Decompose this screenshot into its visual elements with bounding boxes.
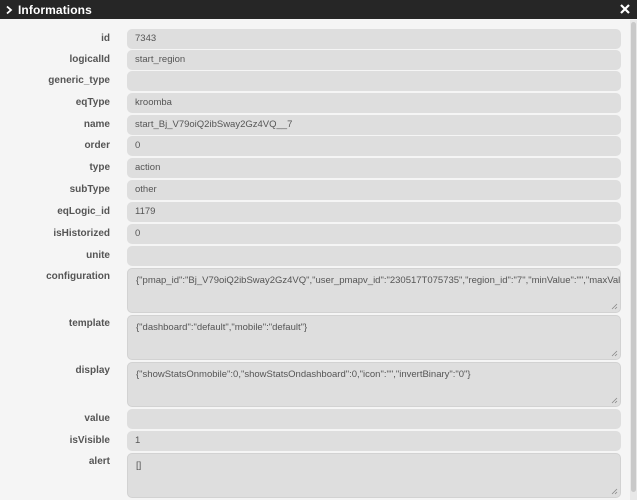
display-text: {"showStatsOnmobile":0,"showStatsOndashb… xyxy=(136,369,471,380)
name-field[interactable]: start_Bj_V79oiQ2ibSway2Gz4VQ__7 xyxy=(127,115,621,135)
label-generic-type: generic_type xyxy=(48,75,110,86)
chevron-right-icon[interactable] xyxy=(4,5,14,15)
label-eqtype: eqType xyxy=(75,97,110,108)
label-eqlogic-id: eqLogic_id xyxy=(57,206,110,217)
eqlogic-id-field[interactable]: 1179 xyxy=(127,202,621,222)
template-text: {"dashboard":"default","mobile":"default… xyxy=(136,322,308,333)
label-name: name xyxy=(83,119,110,130)
value-field[interactable] xyxy=(127,409,621,429)
info-form: id 7343 logicalId start_region generic_t… xyxy=(0,19,637,500)
unite-field[interactable] xyxy=(127,246,621,266)
label-template: template xyxy=(68,318,110,329)
close-icon[interactable] xyxy=(619,2,631,16)
alert-textarea[interactable]: [] xyxy=(127,453,621,498)
configuration-textarea[interactable]: {"pmap_id":"Bj_V79oiQ2ibSway2Gz4VQ","use… xyxy=(127,268,621,313)
logicalid-field[interactable]: start_region xyxy=(127,50,621,70)
label-configuration: configuration xyxy=(46,271,110,282)
vertical-scrollbar[interactable] xyxy=(630,20,637,500)
label-type: type xyxy=(89,162,110,173)
eqtype-field[interactable]: kroomba xyxy=(127,93,621,113)
template-textarea[interactable]: {"dashboard":"default","mobile":"default… xyxy=(127,315,621,360)
label-display: display xyxy=(75,365,110,376)
display-textarea[interactable]: {"showStatsOnmobile":0,"showStatsOndashb… xyxy=(127,362,621,407)
alert-text: [] xyxy=(136,460,142,471)
configuration-text: {"pmap_id":"Bj_V79oiQ2ibSway2Gz4VQ","use… xyxy=(136,275,621,286)
resize-grip-icon[interactable] xyxy=(611,303,618,310)
label-alert: alert xyxy=(88,456,110,467)
label-isvisible: isVisible xyxy=(69,435,110,446)
label-ishistorized: isHistorized xyxy=(53,228,110,239)
scrollbar-thumb[interactable] xyxy=(631,22,636,492)
subtype-field[interactable]: other xyxy=(127,180,621,200)
label-unite: unite xyxy=(86,250,110,261)
generic-type-field[interactable] xyxy=(127,71,621,91)
label-subtype: subType xyxy=(69,184,110,195)
label-order: order xyxy=(84,140,110,151)
resize-grip-icon[interactable] xyxy=(611,397,618,404)
resize-grip-icon[interactable] xyxy=(611,350,618,357)
label-value: value xyxy=(84,413,110,424)
id-field[interactable]: 7343 xyxy=(127,29,621,49)
dialog-titlebar: Informations xyxy=(0,0,637,19)
isvisible-field[interactable]: 1 xyxy=(127,431,621,451)
dialog-title: Informations xyxy=(18,2,92,17)
order-field[interactable]: 0 xyxy=(127,136,621,156)
ishistorized-field[interactable]: 0 xyxy=(127,224,621,244)
resize-grip-icon[interactable] xyxy=(611,488,618,495)
type-field[interactable]: action xyxy=(127,158,621,178)
label-id: id xyxy=(101,33,110,44)
label-logicalid: logicalId xyxy=(69,54,110,65)
